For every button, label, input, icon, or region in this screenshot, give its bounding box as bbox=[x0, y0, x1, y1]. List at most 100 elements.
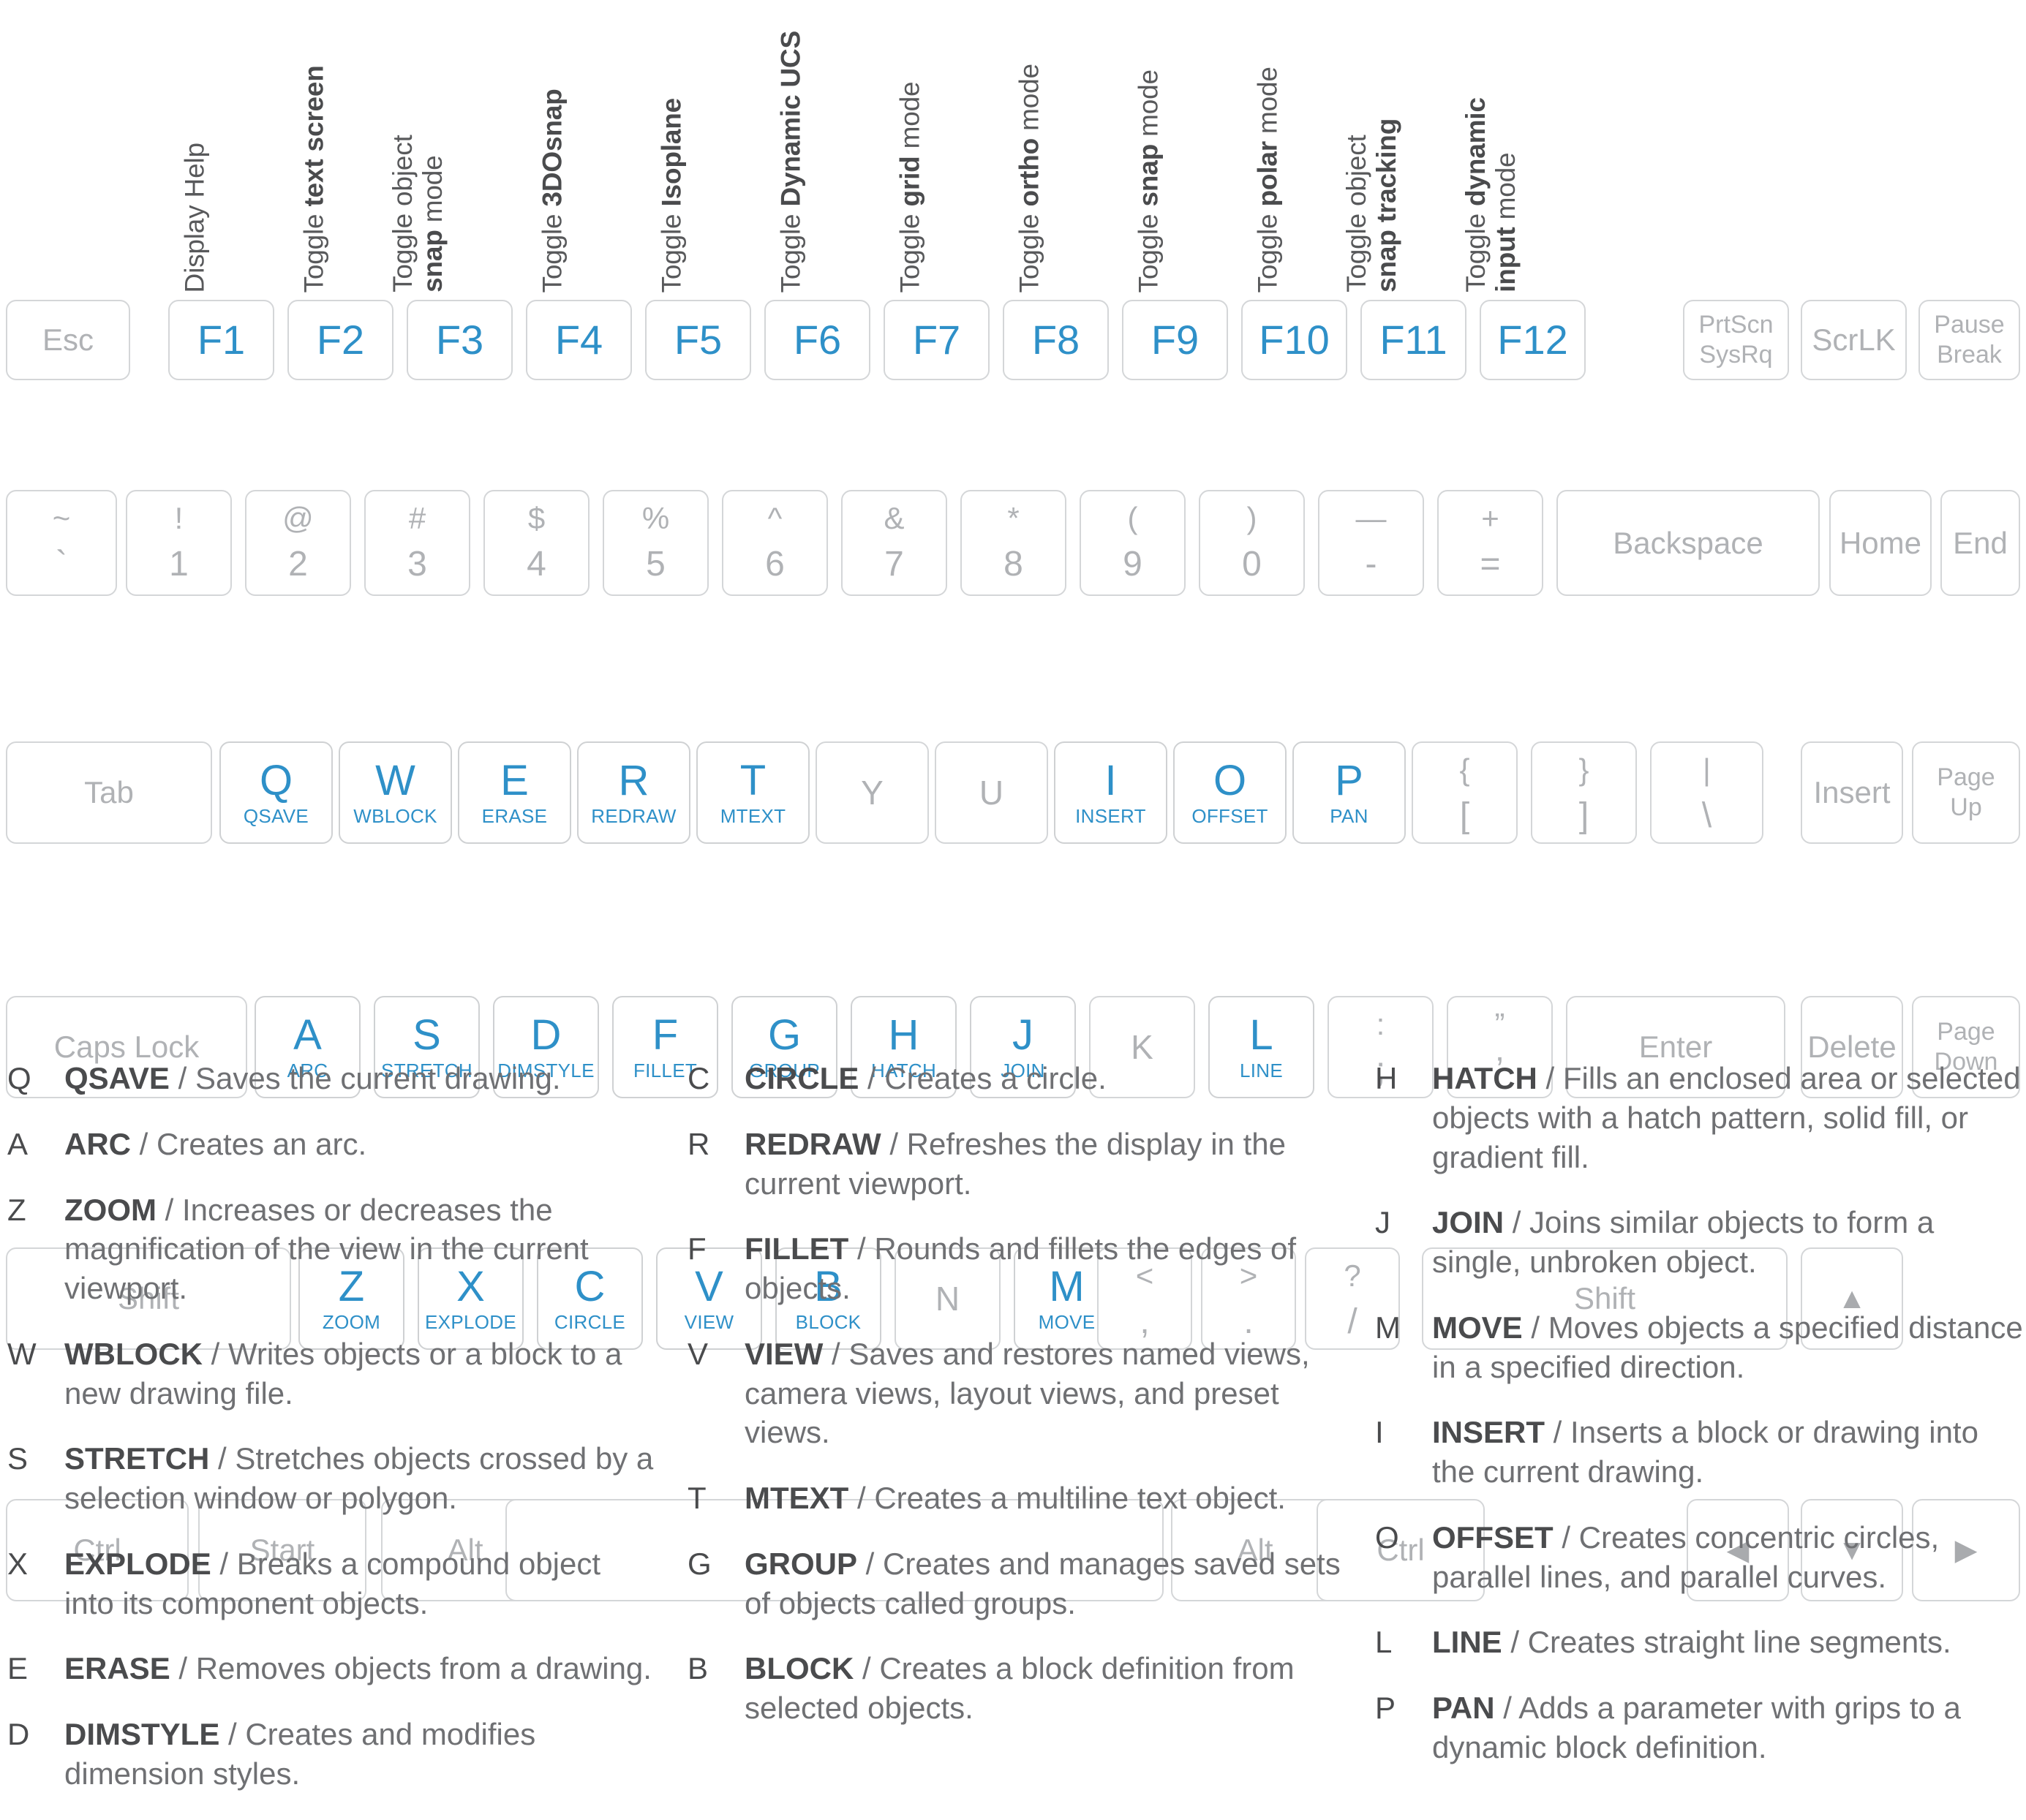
legend-description: INSERT / Inserts a block or drawing into… bbox=[1432, 1415, 1978, 1489]
legend-entry-mtext: T MTEXT / Creates a multiline text object… bbox=[688, 1479, 1346, 1518]
key-letter: H bbox=[888, 1011, 919, 1059]
key-shifted-symbol: + bbox=[1481, 501, 1499, 535]
legend-entry-hatch: H HATCH / Fills an enclosed area or selec… bbox=[1375, 1059, 2026, 1177]
legend-description: WBLOCK / Writes objects or a block to a … bbox=[64, 1336, 622, 1411]
legend-entry-fillet: F FILLET / Rounds and fillets the edges o… bbox=[688, 1229, 1346, 1308]
fkey-caption-f4: Toggle 3DOsnap bbox=[537, 88, 568, 292]
legend-entry-wblock: W WBLOCK / Writes objects or a block to a… bbox=[7, 1334, 658, 1413]
legend-entry-insert: I INSERT / Inserts a block or drawing int… bbox=[1375, 1413, 2026, 1492]
key-letter: S bbox=[413, 1011, 441, 1059]
legend-command-name: STRETCH bbox=[64, 1441, 210, 1476]
key-f4[interactable]: F4 bbox=[526, 300, 632, 380]
key-letter: O bbox=[1213, 757, 1247, 804]
key-6[interactable]: ^ 6 bbox=[722, 490, 828, 596]
key-w-wblock[interactable]: W WBLOCK bbox=[339, 741, 452, 844]
key-letter: E bbox=[500, 757, 529, 804]
legend-entry-view: V VIEW / Saves and restores named views, … bbox=[688, 1334, 1346, 1452]
key-5[interactable]: % 5 bbox=[603, 490, 709, 596]
key-pause-break[interactable]: Pause Break bbox=[1918, 300, 2020, 380]
key-label: F5 bbox=[674, 317, 723, 363]
key-p-pan[interactable]: P PAN bbox=[1292, 741, 1406, 844]
key-command-name: INSERT bbox=[1075, 805, 1146, 827]
key-label-line1: PrtScn bbox=[1698, 311, 1774, 339]
key-f5[interactable]: F5 bbox=[645, 300, 751, 380]
key-2[interactable]: @2 bbox=[245, 490, 351, 596]
fkey-caption-f12: Toggle dynamic input mode bbox=[1461, 97, 1521, 292]
key-shifted-symbol: ) bbox=[1246, 501, 1257, 535]
key-0[interactable]: ) 0 bbox=[1199, 490, 1305, 596]
legend-description: QSAVE / Saves the current drawing. bbox=[64, 1061, 561, 1095]
key-\[interactable]: | \ bbox=[1650, 741, 1763, 844]
key-backspace[interactable]: Backspace bbox=[1556, 490, 1820, 596]
key-scrlk[interactable]: ScrLK bbox=[1801, 300, 1907, 380]
legend-description: LINE / Creates straight line segments. bbox=[1432, 1625, 1951, 1660]
key-label: ScrLK bbox=[1812, 322, 1896, 357]
legend-key-letter: Z bbox=[7, 1192, 26, 1227]
key-letter: F bbox=[652, 1011, 679, 1059]
key-9[interactable]: (9 bbox=[1080, 490, 1186, 596]
key-=[interactable]: + = bbox=[1437, 490, 1543, 596]
key-[[interactable]: {[ bbox=[1412, 741, 1518, 844]
key-f1[interactable]: F1 bbox=[168, 300, 274, 380]
key-8[interactable]: * 8 bbox=[960, 490, 1066, 596]
legend-entry-circle: C CIRCLE / Creates a circle. bbox=[688, 1059, 1346, 1098]
key-label: Esc bbox=[42, 322, 94, 357]
key-q-qsave[interactable]: Q QSAVE bbox=[219, 741, 333, 844]
key-base-symbol: 6 bbox=[765, 545, 785, 584]
key-f8[interactable]: F8 bbox=[1003, 300, 1109, 380]
fkey-caption-f8: Toggle ortho mode bbox=[1014, 63, 1044, 292]
key-prtscn-sysrq[interactable]: PrtScn SysRq bbox=[1683, 300, 1789, 380]
key-home[interactable]: Home bbox=[1829, 490, 1932, 596]
key-shifted-symbol: | bbox=[1703, 752, 1711, 787]
legend-entry-explode: X EXPLODE / Breaks a compound object into… bbox=[7, 1544, 658, 1623]
key-command-name: MTEXT bbox=[720, 805, 786, 827]
legend-column-1: Q QSAVE / Saves the current drawing. A ARC … bbox=[7, 1059, 658, 1820]
key-letter: D bbox=[530, 1011, 562, 1059]
key-letter: G bbox=[767, 1011, 802, 1059]
legend-description: FILLET / Rounds and fillets the edges of… bbox=[745, 1231, 1297, 1305]
fkey-caption-f9: Toggle snap mode bbox=[1133, 69, 1164, 292]
legend-key-letter: R bbox=[688, 1126, 710, 1161]
legend-description: JOIN / Joins similar objects to form a s… bbox=[1432, 1205, 1935, 1279]
legend-column-2: C CIRCLE / Creates a circle. R REDRAW / Ref… bbox=[688, 1059, 1346, 1754]
key-i-insert[interactable]: I INSERT bbox=[1054, 741, 1167, 844]
key-f11[interactable]: F11 bbox=[1360, 300, 1466, 380]
key-end[interactable]: End bbox=[1940, 490, 2020, 596]
key-f12[interactable]: F12 bbox=[1480, 300, 1586, 380]
key-insert[interactable]: Insert bbox=[1801, 741, 1903, 844]
key-f7[interactable]: F7 bbox=[884, 300, 990, 380]
key-tab[interactable]: Tab bbox=[6, 741, 212, 844]
key-3[interactable]: #3 bbox=[364, 490, 470, 596]
legend-command-name: PAN bbox=[1432, 1691, 1495, 1725]
key-o-offset[interactable]: O OFFSET bbox=[1173, 741, 1287, 844]
key-label: Delete bbox=[1807, 1030, 1897, 1064]
key-u[interactable]: U bbox=[935, 741, 1048, 844]
key-f6[interactable]: F6 bbox=[764, 300, 870, 380]
key-r-redraw[interactable]: R REDRAW bbox=[577, 741, 690, 844]
key-1[interactable]: ! 1 bbox=[126, 490, 232, 596]
key-7[interactable]: & 7 bbox=[841, 490, 947, 596]
key-t-mtext[interactable]: T MTEXT bbox=[696, 741, 810, 844]
key-shifted-symbol: @ bbox=[282, 501, 314, 535]
fkey-caption-f1: Display Help bbox=[179, 142, 210, 292]
key-f10[interactable]: F10 bbox=[1241, 300, 1347, 380]
key-esc[interactable]: Esc bbox=[6, 300, 130, 380]
key-4[interactable]: $4 bbox=[483, 490, 590, 596]
fkey-caption-f7: Toggle grid mode bbox=[895, 81, 925, 292]
legend-command-name: MTEXT bbox=[745, 1481, 849, 1515]
key-f2[interactable]: F2 bbox=[287, 300, 393, 380]
key-y[interactable]: Y bbox=[816, 741, 929, 844]
key-f3[interactable]: F3 bbox=[407, 300, 513, 380]
legend-key-letter: P bbox=[1375, 1691, 1396, 1725]
legend-key-letter: H bbox=[1375, 1061, 1398, 1095]
legend-description: VIEW / Saves and restores named views, c… bbox=[745, 1336, 1310, 1450]
key-f9[interactable]: F9 bbox=[1122, 300, 1228, 380]
fkey-caption-f11: Toggle object snap tracking bbox=[1341, 118, 1402, 292]
key-][interactable]: }] bbox=[1531, 741, 1637, 844]
key-e-erase[interactable]: E ERASE bbox=[458, 741, 571, 844]
key-page-up[interactable]: Page Up bbox=[1912, 741, 2020, 844]
key-`[interactable]: ~ ` bbox=[6, 490, 117, 596]
key-base-symbol: 5 bbox=[646, 545, 666, 584]
legend-command-name: MOVE bbox=[1432, 1310, 1523, 1345]
key--[interactable]: — - bbox=[1318, 490, 1424, 596]
